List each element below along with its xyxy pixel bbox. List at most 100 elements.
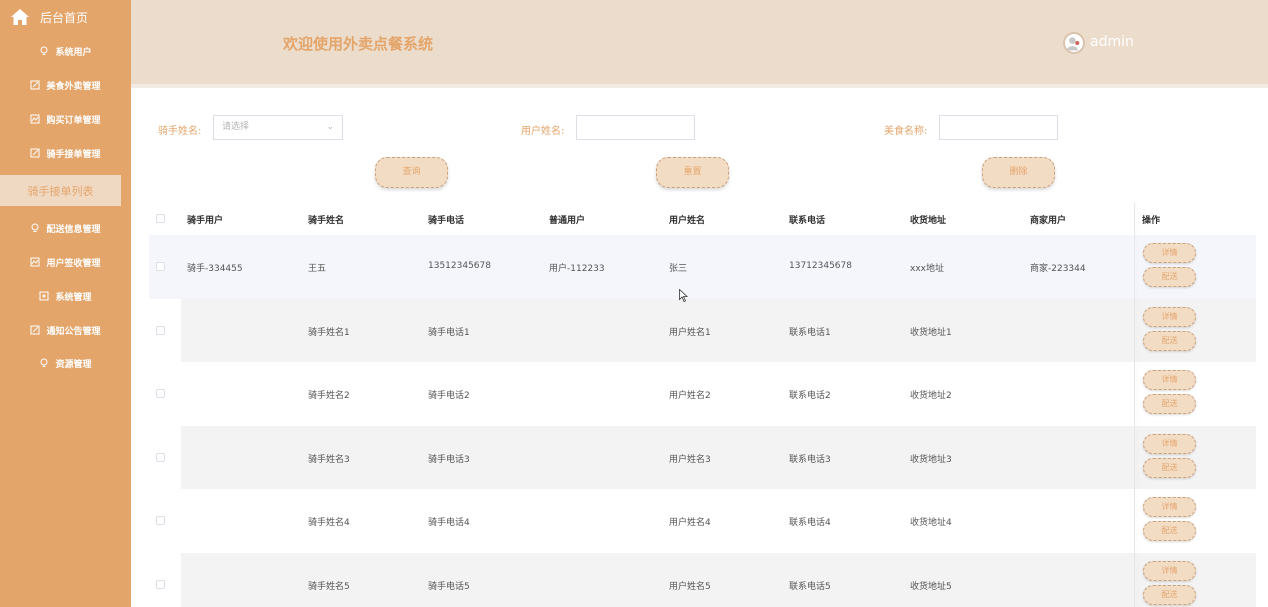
cell-rider-phone: 骑手电话3 bbox=[428, 454, 470, 465]
sidebar-item-8[interactable]: 通知公告管理 bbox=[0, 319, 131, 341]
column-header-merchant-user: 商家用户 bbox=[1030, 216, 1067, 226]
sidebar-item-9[interactable]: 资源管理 bbox=[0, 352, 131, 374]
cell-rider-name: 骑手姓名2 bbox=[308, 391, 350, 401]
sidebar-item-label: 资源管理 bbox=[55, 359, 92, 370]
sidebar-item-1[interactable]: 美食外卖管理 bbox=[0, 74, 131, 96]
column-header-contact-phone: 联系电话 bbox=[789, 216, 826, 226]
cell-rider-name: 王五 bbox=[308, 264, 327, 274]
row-checkbox[interactable] bbox=[156, 579, 165, 589]
cell-contact-phone: 联系电话1 bbox=[789, 327, 831, 338]
sidebar-item-0[interactable]: 系统用户 bbox=[0, 40, 131, 62]
row-checkbox[interactable] bbox=[156, 262, 165, 271]
sidebar-item-5[interactable]: 配送信息管理 bbox=[0, 217, 131, 239]
avatar-icon bbox=[1066, 37, 1080, 51]
detail-button[interactable]: 详情 bbox=[1143, 243, 1196, 263]
sidebar-item-label: 美食外卖管理 bbox=[46, 81, 101, 92]
table-row[interactable]: 骑手姓名3 骑手电话3 用户姓名3 联系电话3 收货地址3 详情配送 bbox=[149, 425, 1256, 489]
sidebar-item-label: 用户签收管理 bbox=[46, 258, 101, 269]
cell-rider-name: 骑手姓名3 bbox=[308, 454, 350, 465]
chart-icon bbox=[30, 257, 40, 267]
table-body: 骑手-334455 王五 13512345678 用户-112233 张三 1371234… bbox=[149, 235, 1256, 607]
column-header-normal-user: 普通用户 bbox=[549, 216, 586, 226]
sidebar-item-label: 配送信息管理 bbox=[46, 224, 101, 235]
sidebar-home[interactable]: 后台首页 bbox=[10, 6, 88, 28]
user-name-input[interactable] bbox=[576, 115, 695, 140]
detail-button[interactable]: 详情 bbox=[1143, 560, 1196, 581]
sidebar-item-label: 系统管理 bbox=[55, 292, 92, 303]
table-row[interactable]: 骑手姓名2 骑手电话2 用户姓名2 联系电话2 收货地址2 详情 配送 bbox=[149, 362, 1256, 426]
cell-contact-phone: 联系电话2 bbox=[789, 391, 831, 401]
cell-address: 收货地址5 bbox=[910, 581, 952, 592]
row-checkbox[interactable] bbox=[156, 325, 165, 335]
row-checkbox[interactable] bbox=[156, 389, 165, 398]
mouse-cursor-icon bbox=[679, 289, 688, 302]
cell-normal-user: 用户-112233 bbox=[549, 264, 605, 274]
table-row[interactable]: 骑手姓名5 骑手电话5 用户姓名5 联系电话5 收货地址5 详情 配送 bbox=[149, 552, 1256, 607]
cell-rider-name: 骑手姓名1 bbox=[308, 327, 350, 338]
chart-icon bbox=[30, 114, 40, 124]
header: 欢迎使用外卖点餐系统 admin bbox=[131, 0, 1268, 88]
column-header-rider-phone: 骑手电话 bbox=[428, 216, 465, 226]
deliver-button[interactable]: 配送 bbox=[1143, 394, 1196, 414]
detail-button[interactable]: 详情 bbox=[1143, 497, 1196, 517]
sidebar-item-7[interactable]: 系统管理 bbox=[0, 285, 131, 307]
row-checkbox[interactable] bbox=[156, 516, 165, 525]
sidebar-item-label: 购买订单管理 bbox=[46, 115, 101, 126]
sidebar-item-2[interactable]: 购买订单管理 bbox=[0, 108, 131, 130]
row-checkbox[interactable] bbox=[156, 452, 165, 462]
sidebar-item-label: 骑手接单管理 bbox=[46, 149, 101, 160]
data-table: 骑手用户 骑手姓名 骑手电话 普通用户 用户姓名 联系电话 收货地址 商家用户 操作 骑手-33… bbox=[149, 203, 1256, 607]
detail-button[interactable]: 详情 bbox=[1143, 370, 1196, 390]
cell-address: 收货地址3 bbox=[910, 454, 952, 465]
cell-user-name: 用户姓名1 bbox=[669, 327, 711, 338]
cell-contact-phone: 联系电话3 bbox=[789, 454, 831, 465]
deliver-button[interactable]: 配送 bbox=[1143, 267, 1196, 287]
bulb-icon bbox=[40, 46, 48, 55]
sidebar: 后台首页 系统用户美食外卖管理 购买订单管理 骑手接单管理骑手接单列表配送信息管理用… bbox=[0, 0, 131, 607]
cell-rider-phone: 骑手电话4 bbox=[428, 518, 470, 528]
detail-button[interactable]: 详情 bbox=[1143, 433, 1196, 454]
select-all-checkbox[interactable] bbox=[156, 214, 165, 223]
sidebar-item-4[interactable]: 骑手接单列表 bbox=[0, 175, 121, 206]
cell-user-name: 用户姓名2 bbox=[669, 391, 711, 401]
operation-column-divider bbox=[1134, 203, 1135, 607]
deliver-button[interactable]: 配送 bbox=[1143, 330, 1196, 351]
cell-user-name: 用户姓名5 bbox=[669, 581, 711, 592]
table-header: 骑手用户 骑手姓名 骑手电话 普通用户 用户姓名 联系电话 收货地址 商家用户 操作 bbox=[149, 203, 1256, 235]
rider-name-placeholder: 请选择 bbox=[222, 122, 250, 132]
cell-contact-phone: 13712345678 bbox=[789, 261, 852, 271]
user-name-label: 用户姓名: bbox=[521, 126, 565, 137]
table-row[interactable]: 骑手-334455 王五 13512345678 用户-112233 张三 1371234… bbox=[149, 235, 1256, 299]
edit-icon bbox=[30, 325, 40, 335]
chevron-down-icon: ⌄ bbox=[326, 122, 334, 132]
cell-rider-phone: 骑手电话5 bbox=[428, 581, 470, 592]
rider-name-select[interactable]: 请选择 ⌄ bbox=[213, 115, 343, 140]
sidebar-item-6[interactable]: 用户签收管理 bbox=[0, 251, 131, 273]
reset-button[interactable]: 重置 bbox=[656, 157, 729, 188]
column-header-user-name: 用户姓名 bbox=[669, 216, 706, 226]
app: 后台首页 系统用户 美食外卖管理 购买订单管理 骑手接单管理 骑手接单列表 配送信息管理用… bbox=[0, 0, 1268, 607]
sidebar-item-label: 骑手接单列表 bbox=[27, 184, 94, 198]
query-button[interactable]: 查询 bbox=[375, 157, 448, 188]
cell-address: 收货地址1 bbox=[910, 327, 952, 338]
detail-button[interactable]: 详情 bbox=[1143, 306, 1196, 327]
avatar[interactable] bbox=[1063, 32, 1085, 54]
deliver-button[interactable]: 配送 bbox=[1143, 521, 1196, 541]
cell-address: xxx地址 bbox=[910, 264, 944, 274]
username[interactable]: admin bbox=[1090, 34, 1134, 50]
sidebar-item-label: 系统用户 bbox=[55, 47, 92, 58]
sidebar-item-3[interactable]: 骑手接单管理 bbox=[0, 142, 131, 164]
table-row[interactable]: 骑手姓名4 骑手电话4 用户姓名4 联系电话4 收货地址4 详情 配送 bbox=[149, 489, 1256, 553]
food-name-label: 美食名称: bbox=[884, 126, 928, 137]
column-header-rider-user: 骑手用户 bbox=[187, 216, 224, 226]
cell-address: 收货地址4 bbox=[910, 518, 952, 528]
food-name-input[interactable] bbox=[939, 115, 1058, 140]
delete-button[interactable]: 删除 bbox=[982, 157, 1055, 188]
home-icon bbox=[11, 9, 29, 25]
deliver-button[interactable]: 配送 bbox=[1143, 584, 1196, 605]
bulb-icon bbox=[40, 358, 48, 367]
table-row[interactable]: 骑手姓名1 骑手电话1 用户姓名1 联系电话1 收货地址1 详情 配送 bbox=[149, 298, 1256, 362]
sidebar-home-label: 后台首页 bbox=[40, 10, 89, 25]
deliver-button[interactable]: 配送 bbox=[1143, 457, 1196, 478]
cell-user-name: 用户姓名3 bbox=[669, 454, 711, 465]
